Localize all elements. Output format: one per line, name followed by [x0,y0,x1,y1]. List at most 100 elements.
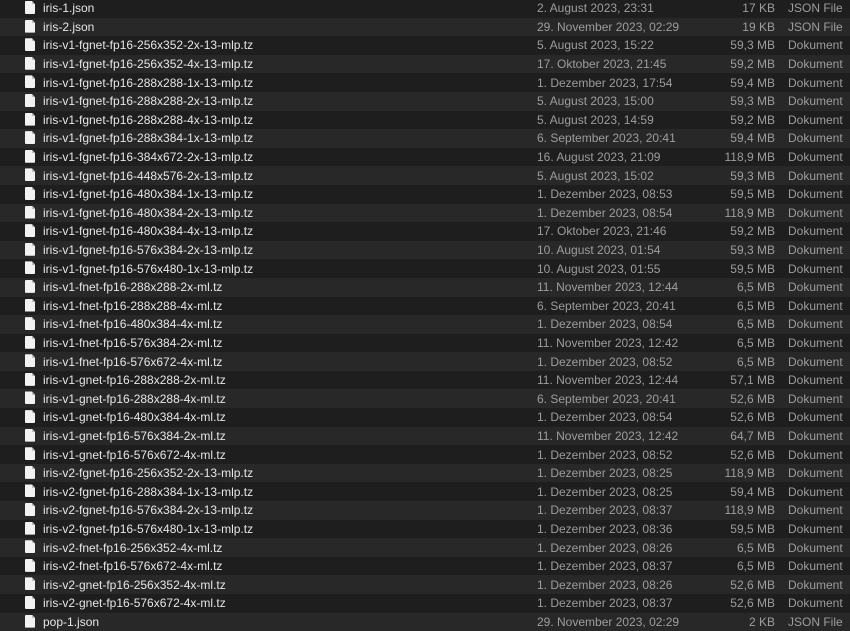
file-size: 59,2 MB [730,57,775,72]
file-kind: Dokument [788,521,843,536]
file-row[interactable]: iris-v1-fgnet-fp16-576x480-1x-13-mlp.tz 1… [0,259,850,278]
document-icon [25,19,35,33]
document-icon [25,168,35,182]
file-kind: Dokument [788,335,843,350]
document-icon [25,261,35,275]
file-size: 59,2 MB [730,112,775,127]
file-size: 59,5 MB [730,521,775,536]
file-size: 57,1 MB [730,373,775,388]
document-icon [25,354,35,368]
file-name: iris-v1-fgnet-fp16-480x384-4x-13-mlp.tz [43,224,254,239]
file-row[interactable]: iris-v1-fgnet-fp16-576x384-2x-13-mlp.tz 1… [0,240,850,260]
file-row[interactable]: iris-v1-fgnet-fp16-480x384-2x-13-mlp.tz 1… [0,203,850,223]
file-row[interactable]: iris-v1-fnet-fp16-576x384-2x-ml.tz 11. No… [0,333,850,353]
file-size: 59,4 MB [730,131,775,146]
file-row[interactable]: iris-v2-fnet-fp16-256x352-4x-ml.tz 1. Dez… [0,538,850,557]
file-row[interactable]: iris-v1-fgnet-fp16-256x352-2x-13-mlp.tz 5… [0,36,850,55]
file-date-modified: 16. August 2023, 21:09 [537,150,661,165]
file-size: 6,5 MB [736,354,775,369]
file-row[interactable]: iris-v1-fgnet-fp16-480x384-1x-13-mlp.tz 1… [0,184,850,204]
file-size: 52,6 MB [730,577,775,592]
file-list: iris-1.json 2. August 2023, 23:31 17 KB JSO… [0,0,850,631]
file-row[interactable]: iris-v2-fnet-fp16-576x672-4x-ml.tz 1. Dez… [0,556,850,576]
document-icon [25,391,35,405]
file-name: iris-v1-fgnet-fp16-384x672-2x-13-mlp.tz [43,150,254,165]
file-date-modified: 17. Oktober 2023, 21:45 [537,57,667,72]
file-name: iris-v2-gnet-fp16-256x352-4x-ml.tz [43,577,226,592]
file-size: 59,4 MB [730,75,775,90]
file-name: iris-v1-fgnet-fp16-576x384-2x-13-mlp.tz [43,243,254,258]
file-name: iris-v1-fgnet-fp16-576x480-1x-13-mlp.tz [43,261,254,276]
file-name: iris-v1-fnet-fp16-576x384-2x-ml.tz [43,335,223,350]
file-row[interactable]: iris-v1-gnet-fp16-480x384-4x-ml.tz 1. Dez… [0,408,850,427]
file-row[interactable]: iris-v2-fgnet-fp16-256x352-2x-13-mlp.tz 1… [0,463,850,483]
file-size: 19 KB [742,19,775,34]
file-row[interactable]: iris-v1-fgnet-fp16-288x288-4x-13-mlp.tz 5… [0,110,850,130]
file-row[interactable]: iris-v2-gnet-fp16-256x352-4x-ml.tz 1. Dez… [0,575,850,594]
file-row[interactable]: iris-v1-fgnet-fp16-384x672-2x-13-mlp.tz 1… [0,147,850,167]
file-name: iris-v1-gnet-fp16-576x672-4x-ml.tz [43,447,226,462]
file-name: iris-v1-fgnet-fp16-480x384-1x-13-mlp.tz [43,187,254,202]
file-kind: Dokument [788,261,843,276]
file-date-modified: 1. Dezember 2023, 08:53 [537,187,673,202]
file-row[interactable]: iris-v2-fgnet-fp16-288x384-1x-13-mlp.tz 1… [0,482,850,502]
file-kind: Dokument [788,447,843,462]
file-size: 64,7 MB [730,428,775,443]
file-kind: Dokument [788,559,843,574]
file-row[interactable]: iris-v1-fnet-fp16-288x288-2x-ml.tz 11. No… [0,277,850,297]
file-row[interactable]: iris-2.json 29. November 2023, 02:29 19 KB… [0,17,850,37]
file-row[interactable]: iris-v2-fgnet-fp16-576x384-2x-13-mlp.tz 1… [0,501,850,520]
file-row[interactable]: iris-v2-gnet-fp16-576x672-4x-ml.tz 1. Dez… [0,594,850,613]
document-icon [25,224,35,238]
file-row[interactable]: iris-v1-gnet-fp16-288x288-4x-ml.tz 6. Sep… [0,389,850,409]
file-date-modified: 5. August 2023, 15:22 [537,38,654,53]
file-row[interactable]: iris-v1-fgnet-fp16-480x384-4x-13-mlp.tz 1… [0,222,850,241]
document-icon [25,131,35,145]
file-kind: Dokument [788,354,843,369]
document-icon [25,410,35,424]
file-row[interactable]: iris-v1-fgnet-fp16-448x576-2x-13-mlp.tz 5… [0,166,850,185]
file-row[interactable]: iris-v1-fnet-fp16-576x672-4x-ml.tz 1. Dez… [0,352,850,371]
file-kind: Dokument [788,428,843,443]
file-name: iris-v1-gnet-fp16-480x384-4x-ml.tz [43,410,226,425]
document-icon [25,447,35,461]
file-size: 118,9 MB [724,503,775,518]
file-row[interactable]: iris-v1-fgnet-fp16-256x352-4x-13-mlp.tz 1… [0,54,850,74]
file-size: 6,5 MB [736,298,775,313]
file-size: 118,9 MB [724,150,775,165]
file-kind: Dokument [788,150,843,165]
file-kind: Dokument [788,410,843,425]
file-name: iris-v1-fgnet-fp16-480x384-2x-13-mlp.tz [43,205,254,220]
file-size: 6,5 MB [736,335,775,350]
file-row[interactable]: iris-v1-fnet-fp16-288x288-4x-ml.tz 6. Sep… [0,296,850,316]
file-size: 6,5 MB [736,540,775,555]
file-row[interactable]: iris-1.json 2. August 2023, 23:31 17 KB JSO… [0,0,850,18]
file-name: iris-1.json [43,1,95,16]
file-kind: Dokument [788,298,843,313]
file-date-modified: 1. Dezember 2023, 08:25 [537,484,673,499]
file-name: iris-v1-fgnet-fp16-256x352-2x-13-mlp.tz [43,38,254,53]
file-date-modified: 2. August 2023, 23:31 [537,1,654,16]
file-date-modified: 11. November 2023, 12:44 [537,373,679,388]
file-row[interactable]: iris-v1-fgnet-fp16-288x288-1x-13-mlp.tz 1… [0,73,850,92]
file-row[interactable]: iris-v1-gnet-fp16-576x672-4x-ml.tz 1. Dez… [0,445,850,464]
file-row[interactable]: iris-v1-fgnet-fp16-288x288-2x-13-mlp.tz 5… [0,91,850,111]
file-kind: JSON File [788,1,843,16]
file-size: 59,4 MB [730,484,775,499]
file-kind: Dokument [788,131,843,146]
file-row[interactable]: iris-v1-fnet-fp16-480x384-4x-ml.tz 1. Dez… [0,315,850,334]
file-size: 2 KB [748,614,775,629]
document-icon [25,75,35,89]
file-name: iris-v2-fgnet-fp16-256x352-2x-13-mlp.tz [43,466,254,481]
file-kind: Dokument [788,577,843,592]
file-row[interactable]: iris-v1-gnet-fp16-576x384-2x-ml.tz 11. No… [0,426,850,446]
file-row[interactable]: iris-v2-fgnet-fp16-576x480-1x-13-mlp.tz 1… [0,519,850,539]
file-row[interactable]: iris-v1-fgnet-fp16-288x384-1x-13-mlp.tz 6… [0,129,850,148]
file-date-modified: 1. Dezember 2023, 08:26 [537,540,673,555]
file-row[interactable]: pop-1.json 29. November 2023, 02:29 2 KB JS… [0,612,850,631]
file-kind: Dokument [788,503,843,518]
document-icon [25,279,35,293]
file-row[interactable]: iris-v1-gnet-fp16-288x288-2x-ml.tz 11. No… [0,370,850,390]
file-name: iris-v1-fnet-fp16-480x384-4x-ml.tz [43,317,223,332]
file-size: 52,6 MB [730,391,775,406]
